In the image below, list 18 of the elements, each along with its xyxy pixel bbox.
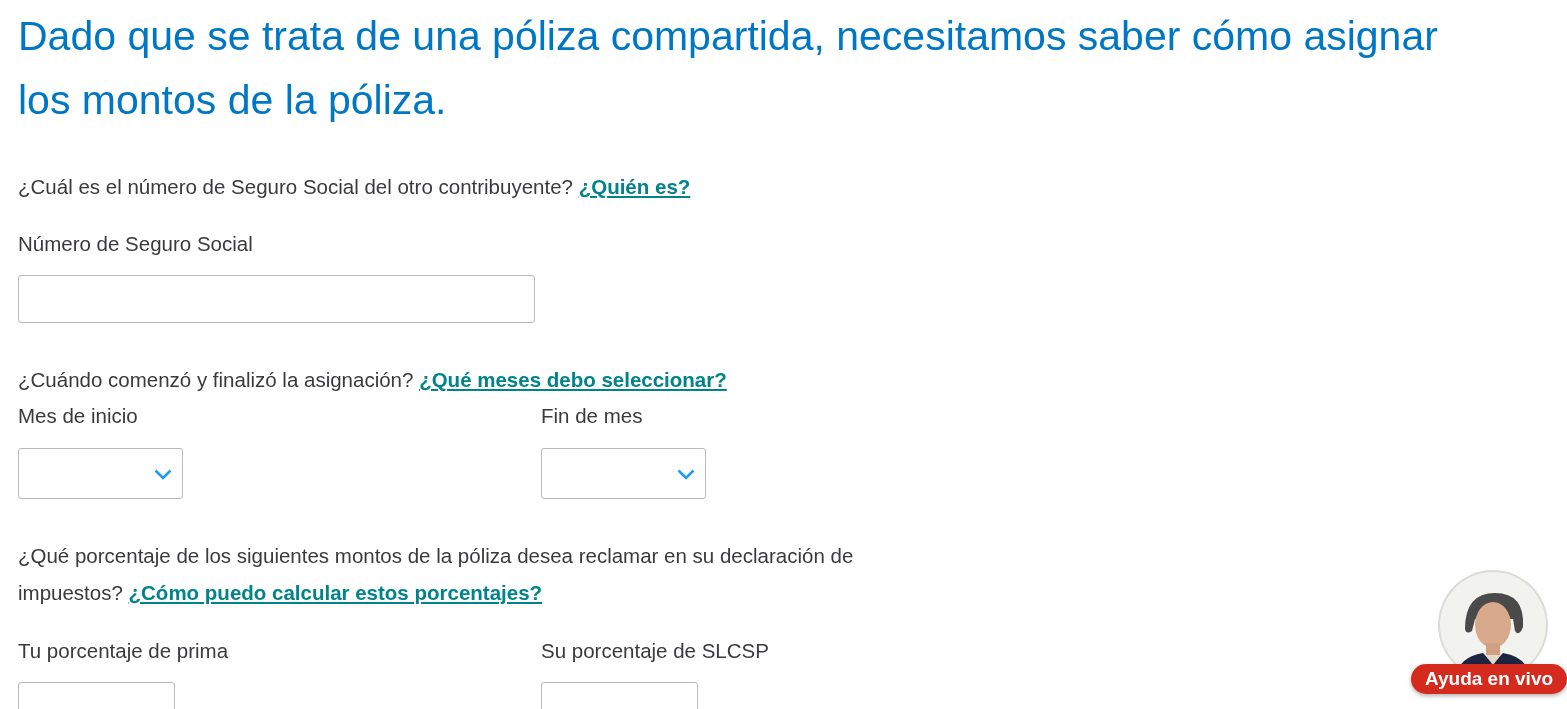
- month-dropdown[interactable]: [18, 448, 183, 499]
- help-link[interactable]: ¿Qué meses debo seleccionar?: [419, 368, 727, 391]
- field-label: Número de Seguro Social: [18, 231, 254, 257]
- chevron-down-icon: [677, 469, 695, 480]
- question-text: ¿Cuándo comenzó y finalizó la asignación? ¿Qué meses debo seleccionar?: [18, 367, 728, 393]
- field-label: Mes de inicio: [18, 403, 139, 429]
- question-text: ¿Qué porcentaje de los siguientes montos de la póliza desea reclamar en su declaración de impuestos? ¿Cómo puedo calcular estos porcentajes?: [18, 543, 855, 606]
- month-dropdown[interactable]: [541, 448, 706, 499]
- help-link[interactable]: ¿Quién es?: [578, 175, 691, 198]
- chevron-down-icon: [154, 469, 172, 480]
- question-text: ¿Cuál es el número de Seguro Social del otro contribuyente? ¿Quién es?: [18, 174, 692, 200]
- live-help-button[interactable]: Ayuda en vivo: [1411, 664, 1567, 694]
- field-label: Tu porcentaje de prima: [18, 638, 230, 664]
- field-label: Su porcentaje de SLCSP: [541, 638, 770, 664]
- help-link[interactable]: ¿Cómo puedo calcular estos porcentajes?: [128, 581, 543, 604]
- field-label: Fin de mes: [541, 403, 644, 429]
- input-field[interactable]: [18, 275, 535, 323]
- page-heading: Dado que se trata de una póliza compartida, necesitamos saber cómo asignar los montos de la póliza.: [18, 12, 1439, 125]
